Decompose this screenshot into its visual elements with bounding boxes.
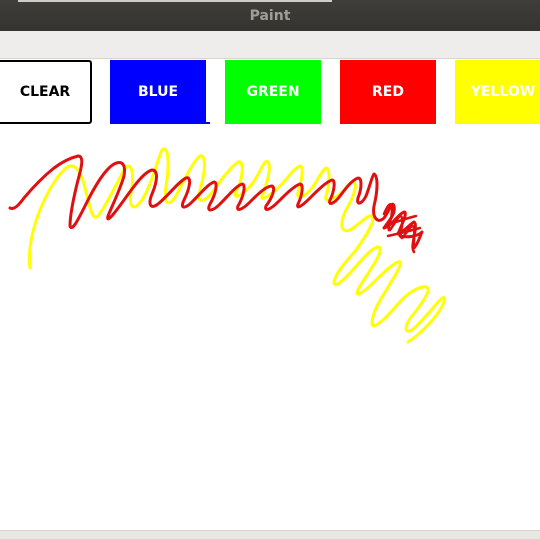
blue-button-label: BLUE [137,84,179,100]
red-stroke [8,154,424,250]
blue-button-underline [200,122,210,124]
blue-button[interactable]: BLUE [110,60,210,124]
clear-button[interactable]: CLEAR [0,60,92,124]
window-title: Paint [249,8,291,24]
red-button[interactable]: RED [340,60,436,124]
drawing-surface [8,147,446,344]
drawing-canvas[interactable] [0,127,540,530]
title-bar-highlight [18,0,332,2]
menu-bar [0,31,540,59]
title-bar: Paint [0,0,540,31]
bottom-bar [0,530,540,539]
yellow-stroke [28,147,446,344]
paint-window: Paint CLEAR BLUE GREEN RED YELLOW [0,0,540,539]
yellow-button[interactable]: YELLOW [455,60,540,124]
green-button[interactable]: GREEN [225,60,321,124]
color-toolbar: CLEAR BLUE GREEN RED YELLOW [0,59,540,127]
